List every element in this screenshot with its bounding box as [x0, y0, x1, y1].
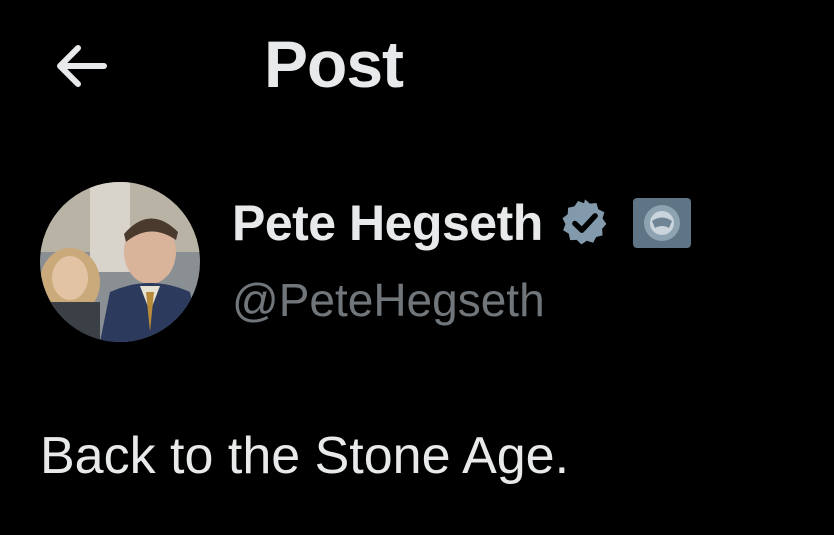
- author-section: Pete Hegseth @PeteHegseth: [0, 170, 834, 360]
- post-header: Post: [0, 0, 834, 140]
- arrow-left-icon: [50, 41, 110, 96]
- author-handle[interactable]: @PeteHegseth: [232, 270, 545, 330]
- affiliation-badge-icon[interactable]: [631, 196, 693, 250]
- back-button[interactable]: [40, 36, 120, 100]
- post-text: Back to the Stone Age.: [40, 427, 570, 485]
- verified-badge-icon: [557, 195, 613, 251]
- page-title: Post: [264, 27, 404, 101]
- avatar[interactable]: [40, 182, 200, 342]
- display-name[interactable]: Pete Hegseth: [232, 193, 543, 253]
- name-row: Pete Hegseth: [232, 190, 693, 256]
